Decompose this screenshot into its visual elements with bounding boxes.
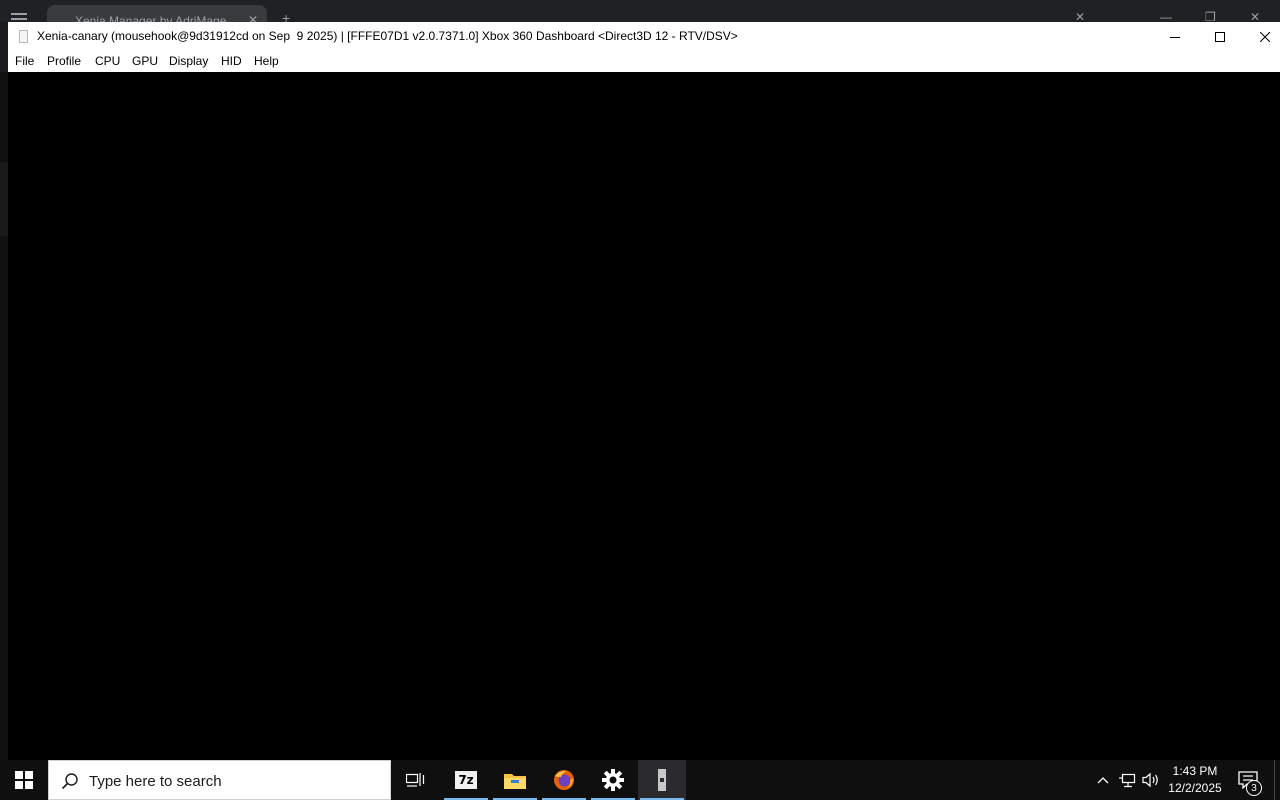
minimize-icon <box>1169 36 1180 38</box>
background-tab-title: Xenia Manager by AdriMage <box>75 14 227 22</box>
taskbar-firefox[interactable] <box>540 760 588 800</box>
background-browser-strip: Xenia Manager by AdriMage ✕ + ✕ — ❐ ✕ <box>0 0 1280 26</box>
search-placeholder: Type here to search <box>89 773 222 790</box>
chevron-up-icon <box>1097 777 1109 784</box>
taskbar-settings[interactable] <box>589 760 637 800</box>
network-icon <box>1119 773 1136 788</box>
taskbar-search-box[interactable]: Type here to search <box>48 760 391 800</box>
clock-date: 12/2/2025 <box>1168 781 1222 795</box>
taskbar-clock[interactable]: 1:43 PM 12/2/2025 <box>1160 763 1230 797</box>
menu-cpu[interactable]: CPU <box>95 54 120 68</box>
maximize-icon <box>1214 31 1225 42</box>
notification-count-badge: 3 <box>1246 780 1262 796</box>
7zip-icon: 7z <box>455 771 477 789</box>
app-icon <box>19 30 28 43</box>
maximize-button[interactable] <box>1197 22 1242 51</box>
minimize-button[interactable] <box>1152 22 1197 51</box>
menu-display[interactable]: Display <box>169 54 208 68</box>
settings-gear-icon <box>602 769 624 791</box>
taskbar-file-explorer[interactable] <box>491 760 539 800</box>
emulator-viewport[interactable] <box>8 72 1280 760</box>
menu-hid[interactable]: HID <box>221 54 242 68</box>
taskbar-xenia[interactable] <box>638 760 686 800</box>
start-button[interactable] <box>0 760 48 800</box>
background-tab-close-icon[interactable]: ✕ <box>248 13 258 22</box>
search-icon <box>61 773 78 790</box>
task-view-icon <box>406 773 425 787</box>
taskbar: Type here to search 7z 1:43 PM 12/2/2025… <box>0 760 1280 800</box>
volume-button[interactable] <box>1140 760 1162 800</box>
close-button[interactable] <box>1242 22 1280 51</box>
windows-logo-icon <box>15 771 33 789</box>
title-bar[interactable]: Xenia-canary (mousehook@9d31912cd on Sep… <box>8 22 1280 51</box>
xenia-window: Xenia-canary (mousehook@9d31912cd on Sep… <box>8 22 1280 760</box>
show-desktop-button[interactable] <box>1274 760 1280 800</box>
network-button[interactable] <box>1115 760 1139 800</box>
menu-profile[interactable]: Profile <box>47 54 81 68</box>
firefox-icon <box>554 770 574 790</box>
show-hidden-icons-button[interactable] <box>1092 760 1114 800</box>
window-title: Xenia-canary (mousehook@9d31912cd on Sep… <box>37 29 738 43</box>
menu-gpu[interactable]: GPU <box>132 54 158 68</box>
menu-bar: File Profile CPU GPU Display HID Help <box>8 51 1280 72</box>
taskbar-7zip[interactable]: 7z <box>442 760 490 800</box>
menu-file[interactable]: File <box>15 54 34 68</box>
background-browser-tab[interactable]: Xenia Manager by AdriMage ✕ <box>47 5 267 22</box>
background-window-edge <box>0 72 8 760</box>
file-explorer-icon <box>504 774 526 789</box>
close-icon <box>1259 31 1270 42</box>
action-center-button[interactable]: 3 <box>1228 760 1268 800</box>
xenia-icon <box>658 769 666 791</box>
menu-help[interactable]: Help <box>254 54 279 68</box>
clock-time: 1:43 PM <box>1172 764 1218 778</box>
volume-icon <box>1142 772 1158 788</box>
task-view-button[interactable] <box>392 760 440 800</box>
